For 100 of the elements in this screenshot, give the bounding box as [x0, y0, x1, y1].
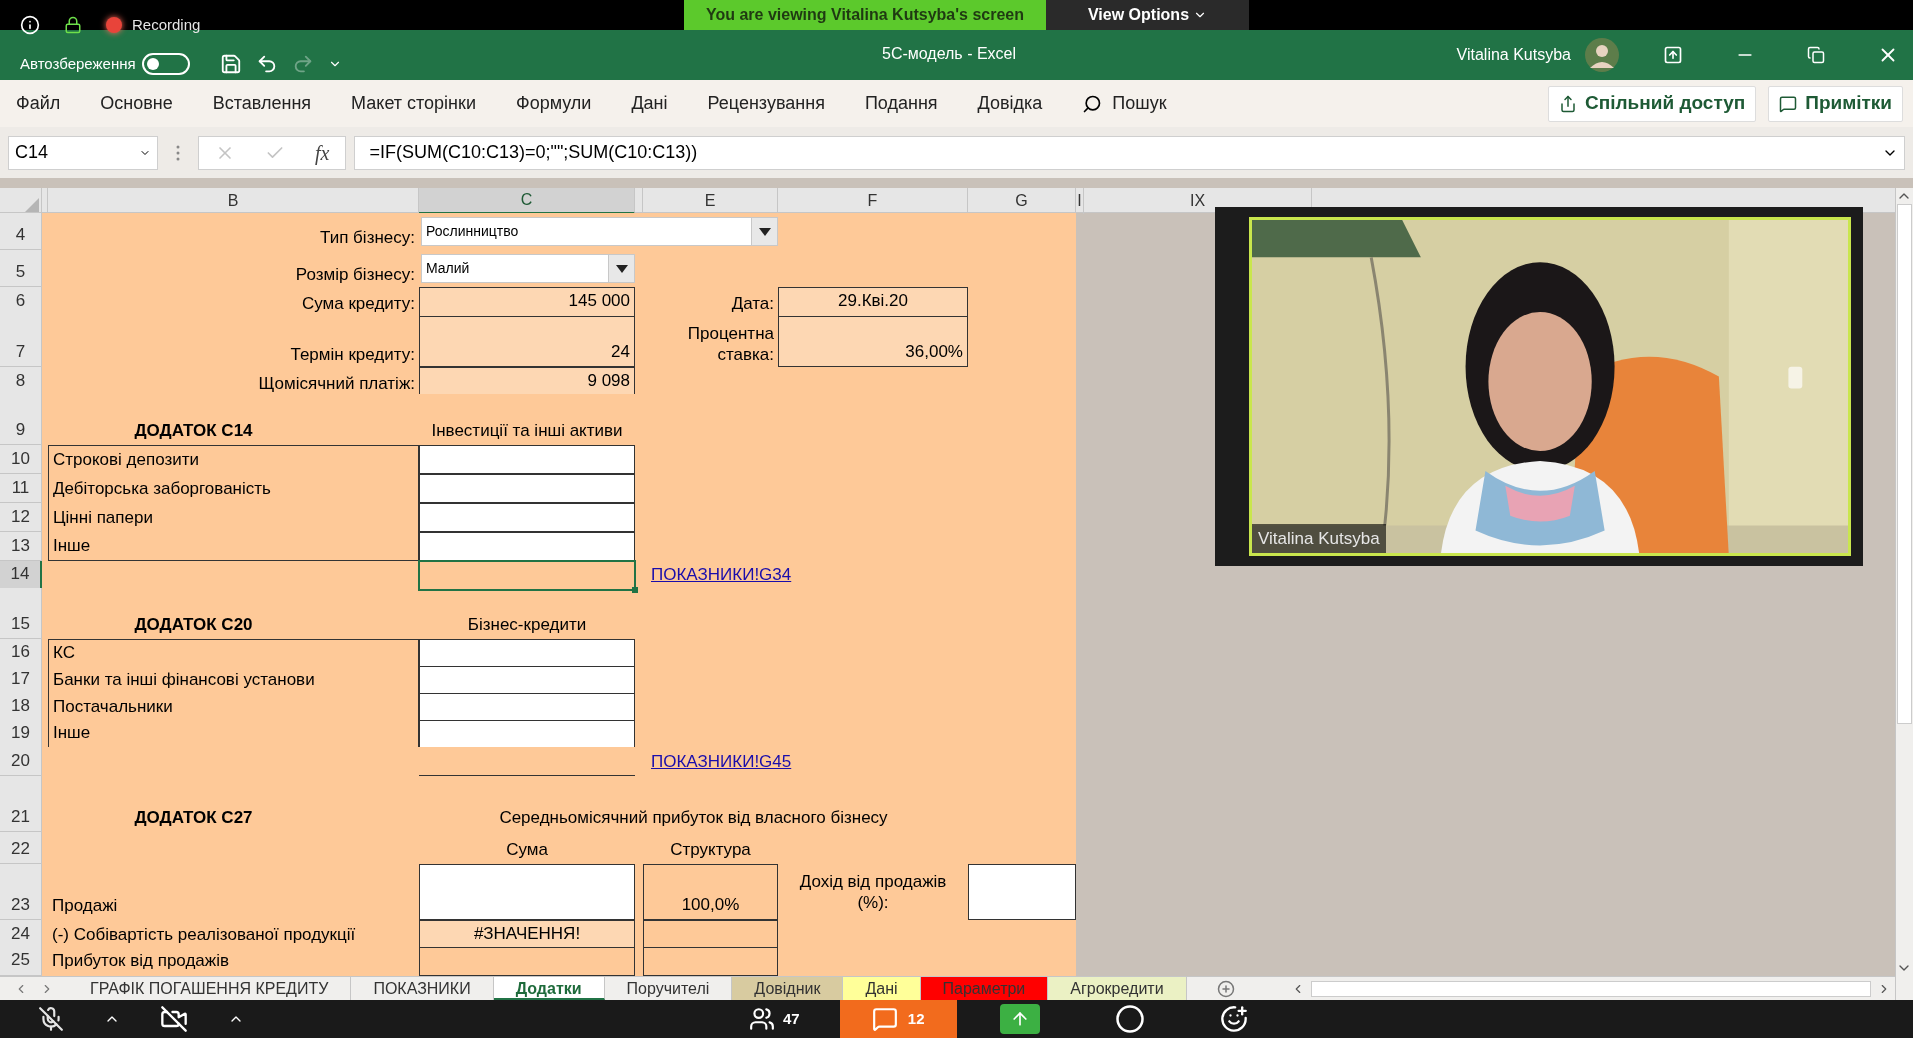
input-cell[interactable] [419, 864, 635, 920]
view-options-button[interactable]: View Options [1045, 0, 1250, 30]
cell-label: Термін кредиту: [290, 343, 415, 365]
more-icon [176, 144, 180, 161]
vertical-scrollbar[interactable] [1897, 204, 1912, 724]
row-header[interactable]: 10 [0, 445, 42, 474]
add-sheet-icon[interactable] [1216, 979, 1235, 998]
row-header[interactable]: 17 [0, 666, 42, 695]
recording-label: Recording [132, 14, 201, 35]
row-header[interactable]: 7 [0, 316, 42, 367]
input-cell[interactable] [419, 445, 635, 474]
input-cell[interactable] [419, 503, 635, 532]
value-cell: 29.Кві.20 [778, 287, 968, 317]
row-header[interactable]: 22 [0, 832, 42, 864]
ribbon-tab[interactable]: Дані [631, 90, 668, 117]
cell-link[interactable]: ПОКАЗНИКИ!G45 [651, 748, 792, 774]
dropdown-field[interactable]: Рослинництво [421, 217, 778, 246]
input-cell[interactable] [419, 532, 635, 561]
row-header[interactable]: 19 [0, 720, 42, 749]
row-header[interactable]: 6 [0, 287, 42, 317]
section-caption: Бізнес-кредити [467, 613, 587, 636]
cell-label: Дата: [731, 293, 774, 315]
value-cell: 24 [419, 316, 635, 367]
name-box[interactable]: C14 [8, 135, 158, 170]
row-header[interactable]: 18 [0, 693, 42, 722]
input-cell[interactable] [419, 639, 635, 668]
input-cell[interactable] [419, 720, 635, 749]
share-icon [1559, 94, 1578, 113]
ribbon-tab[interactable]: Файл [16, 90, 61, 117]
input-cell[interactable] [419, 693, 635, 722]
column-header[interactable]: C [419, 188, 635, 214]
camera-off-icon[interactable] [160, 1005, 188, 1033]
row-header[interactable]: 5 [0, 250, 42, 287]
value-cell: 36,00% [778, 316, 968, 367]
sheet-tab[interactable]: Дані [843, 977, 921, 1000]
section-caption: Інвестиції та інші активи [431, 419, 623, 442]
row-header[interactable]: 16 [0, 639, 42, 668]
section-heading: ДОДАТОК С27 [134, 806, 253, 829]
row-header[interactable]: 23 [0, 864, 42, 920]
ribbon-tab[interactable]: Подання [864, 90, 938, 117]
row-header[interactable]: 9 [0, 394, 42, 445]
chat-count: 12 [907, 1008, 925, 1029]
comment-icon [1779, 94, 1798, 113]
cell-label: Сума кредиту: [301, 293, 415, 315]
participant-name: Vitalina Kutsyba [1252, 523, 1386, 553]
cell-label: Розмір бізнесу: [295, 263, 415, 285]
sheet-tab[interactable]: Агрокредити [1048, 977, 1187, 1000]
ribbon-tab[interactable]: Вставлення [212, 90, 312, 117]
window-title: 5C-модель - Excel [882, 44, 1017, 64]
share-button[interactable]: Спільний доступ [1548, 85, 1757, 122]
row-header[interactable]: 12 [0, 503, 42, 532]
cell-note: Дохід від продажів (%): [798, 870, 948, 914]
ribbon-tab[interactable]: Рецензування [707, 90, 825, 117]
mic-muted-icon[interactable] [38, 1006, 64, 1032]
row-header[interactable]: 20 [0, 747, 42, 776]
user-name: Vitalina Kutsyba [1456, 45, 1571, 65]
search-icon[interactable] [1082, 93, 1103, 114]
row-header[interactable]: 8 [0, 367, 42, 397]
row-header[interactable]: 4 [0, 213, 42, 250]
input-cell[interactable] [968, 864, 1076, 920]
row-header[interactable]: 11 [0, 474, 42, 503]
row-header[interactable]: 14 [0, 561, 42, 590]
row-header[interactable]: 13 [0, 532, 42, 561]
insert-function-button[interactable]: fx [315, 137, 330, 168]
selected-cell[interactable] [419, 561, 635, 590]
caret-down-icon [615, 264, 628, 273]
section-heading: ДОДАТОК С20 [134, 613, 253, 636]
reaction-icon[interactable] [1219, 1005, 1248, 1033]
lock-icon[interactable] [64, 16, 82, 34]
row-header[interactable]: 15 [0, 588, 42, 639]
row-header[interactable]: 25 [0, 947, 42, 976]
ribbon-tab[interactable]: Формули [515, 90, 592, 117]
info-icon[interactable] [20, 15, 40, 35]
error-cell: #ЗНАЧЕННЯ! [419, 920, 635, 950]
autosave-toggle[interactable] [141, 52, 190, 75]
ribbon-tab[interactable]: Основне [100, 90, 173, 117]
sheet-tab[interactable]: Довідник [732, 977, 844, 1000]
formula-field[interactable]: =IF(SUM(C10:C13)=0;"";SUM(C10:C13)) [354, 135, 1905, 170]
record-icon[interactable] [1114, 1004, 1145, 1034]
save-icon[interactable] [219, 52, 242, 75]
input-cell[interactable] [419, 666, 635, 695]
chat-icon[interactable] [871, 1006, 898, 1032]
screen-share-banner: You are viewing Vitalina Kutsyba's screen [683, 0, 1046, 30]
sheet-tab[interactable]: Додатки [493, 977, 605, 1000]
column-header[interactable]: I [1076, 188, 1084, 214]
comments-button[interactable]: Примітки [1768, 85, 1903, 122]
search-label[interactable]: Пошук [1112, 90, 1167, 117]
dropdown-field[interactable]: Малий [421, 254, 635, 283]
row-header[interactable]: 24 [0, 920, 42, 950]
ribbon-tab[interactable]: Макет сторінки [351, 90, 476, 117]
ribbon-display-icon[interactable] [1663, 45, 1683, 65]
participants-icon[interactable] [749, 1006, 775, 1032]
share-screen-icon[interactable] [999, 1004, 1040, 1034]
input-cell[interactable] [419, 474, 635, 503]
row-header[interactable]: 21 [0, 776, 42, 832]
avatar-icon[interactable] [1585, 38, 1619, 72]
restore-icon[interactable] [1807, 46, 1825, 64]
cell-link[interactable]: ПОКАЗНИКИ!G34 [651, 562, 792, 588]
horizontal-scrollbar[interactable] [1311, 980, 1871, 997]
ribbon-tab[interactable]: Довідка [977, 90, 1043, 117]
